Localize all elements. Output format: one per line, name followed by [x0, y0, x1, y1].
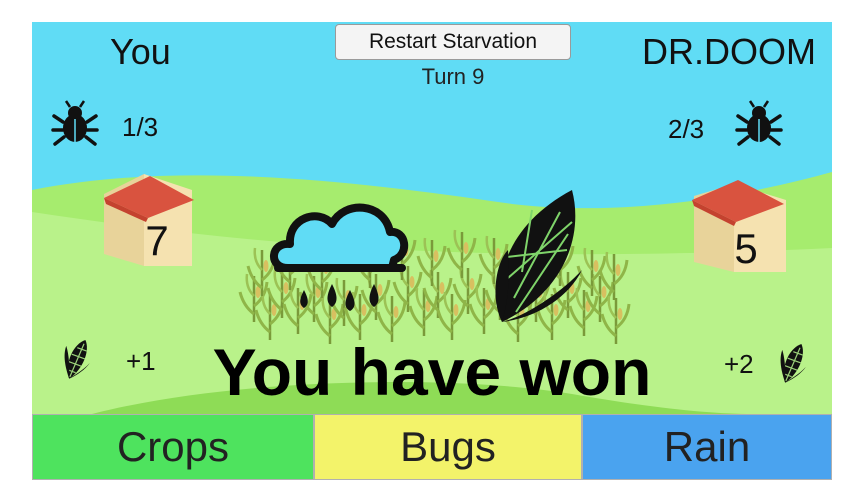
opponent-bug-icon	[735, 99, 783, 146]
turn-counter: Turn 9	[421, 64, 485, 89]
player-bug-icon	[51, 99, 99, 146]
player-house-count: 7	[145, 217, 169, 264]
restart-button[interactable]: Restart Starvation	[335, 24, 571, 60]
game-board: You DR.DOOM Restart Starvation Turn 9 1/…	[32, 22, 832, 480]
result-message: You have won	[212, 335, 652, 409]
player-name: You	[110, 31, 171, 72]
player-bug-count: 1/3	[122, 112, 159, 142]
opponent-house-count: 5	[734, 225, 758, 272]
crops-button[interactable]: Crops	[32, 414, 314, 480]
opponent-name: DR.DOOM	[642, 31, 816, 72]
rain-button[interactable]: Rain	[582, 414, 832, 480]
bugs-button[interactable]: Bugs	[314, 414, 582, 480]
opponent-bug-count: 2/3	[668, 114, 705, 144]
